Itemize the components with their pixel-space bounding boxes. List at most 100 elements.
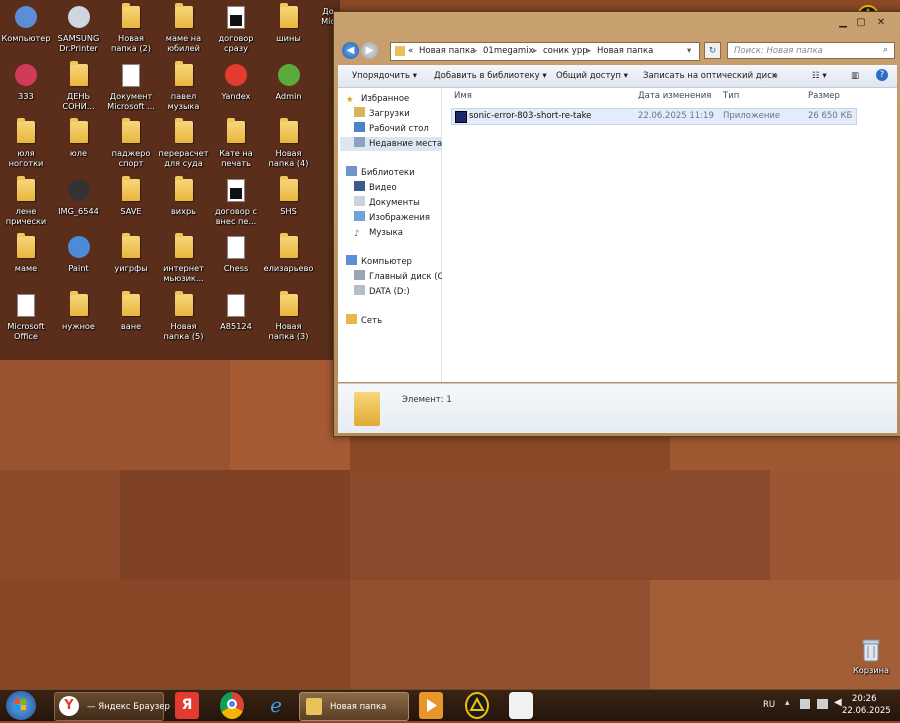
nav-drive-d[interactable]: DATA (D:): [354, 285, 410, 299]
desktop-icon-item[interactable]: ване: [105, 290, 157, 331]
address-bar[interactable]: « Новая папка ▸ 01megamix ▸ соник урр ▸ …: [390, 42, 700, 61]
desktop-icon-item[interactable]: вихрь: [158, 175, 210, 216]
desktop-icon-item[interactable]: павел музыка: [158, 60, 210, 111]
desktop-icon-item[interactable]: IMG_6544: [53, 178, 105, 216]
desktop-icon-item[interactable]: юле: [53, 118, 105, 158]
tray-arrow-icon[interactable]: ▴: [785, 698, 790, 708]
share-button[interactable]: Общий доступ ▾: [556, 71, 628, 81]
taskbar-browser-button[interactable]: Y — Яндекс Браузер: [54, 692, 170, 721]
start-button[interactable]: [6, 691, 36, 720]
column-size[interactable]: Размер: [808, 91, 840, 101]
network-icon[interactable]: [817, 699, 828, 709]
nav-desktop[interactable]: Рабочий стол: [354, 122, 429, 136]
nav-recent[interactable]: Недавние места: [340, 137, 446, 151]
minimize-button[interactable]: ▁: [834, 16, 852, 30]
desktop-icon-item[interactable]: SHS: [263, 175, 315, 216]
maximize-button[interactable]: ▢: [852, 16, 870, 30]
recycle-bin[interactable]: Корзина: [845, 638, 897, 675]
preview-pane-icon[interactable]: ▥: [851, 71, 859, 81]
desktop-icon-item[interactable]: ДЕНЬ СОНИ...: [53, 60, 105, 111]
desktop-icon-item[interactable]: перерасчет для суда: [158, 118, 210, 168]
breadcrumb-prefix[interactable]: «: [408, 46, 413, 56]
folder-icon: [172, 233, 196, 260]
desktop-icon-item[interactable]: Новая папка (4): [263, 118, 315, 168]
desktop-icon-item[interactable]: уигрфы: [105, 233, 157, 273]
desktop-icon-item[interactable]: Chess: [210, 236, 262, 273]
desktop-icon-item[interactable]: 333: [0, 63, 52, 101]
desktop-icon-label: SAVE: [120, 205, 142, 216]
organize-button[interactable]: Упорядочить ▾: [352, 71, 417, 81]
more-icon[interactable]: »: [773, 71, 778, 81]
column-name[interactable]: Имя: [454, 91, 472, 101]
desktop-icon-item[interactable]: Paint: [53, 236, 105, 273]
desktop-icon-item[interactable]: маме: [0, 233, 52, 273]
app-icon[interactable]: [465, 692, 489, 719]
breadcrumb-item[interactable]: соник урр: [543, 46, 588, 56]
desktop-icon-item[interactable]: шины: [263, 3, 315, 43]
search-input[interactable]: Поиск: Новая папка: [727, 42, 895, 59]
desktop-icon-item[interactable]: юля ноготки: [0, 118, 52, 168]
clock-time[interactable]: 20:26: [852, 694, 877, 704]
nav-downloads[interactable]: Загрузки: [354, 107, 410, 121]
folder-icon: [172, 175, 196, 203]
nav-music[interactable]: ♪ Музыка: [354, 226, 403, 240]
internet-explorer-icon[interactable]: e: [264, 692, 288, 719]
desktop-icon-item[interactable]: договор с внес пе...: [210, 178, 262, 226]
flag-icon[interactable]: [800, 699, 810, 709]
nav-network[interactable]: Сеть: [346, 314, 382, 328]
refresh-icon[interactable]: ↻: [704, 42, 721, 59]
breadcrumb-item[interactable]: Новая папка: [419, 46, 475, 56]
nav-libraries[interactable]: Библиотеки: [346, 166, 415, 180]
table-row[interactable]: sonic-error-803-short-re-take 22.06.2025…: [451, 108, 857, 125]
back-button[interactable]: ◀: [342, 42, 359, 59]
chevron-down-icon[interactable]: ▾: [687, 46, 691, 56]
desktop-icon-item[interactable]: Документ Microsoft ...: [105, 63, 157, 111]
language-indicator[interactable]: RU: [763, 700, 775, 710]
breadcrumb-item[interactable]: 01megamix: [483, 46, 534, 56]
desktop-icon-label: Paint: [68, 263, 89, 273]
nav-computer[interactable]: Компьютер: [346, 255, 412, 269]
desktop-icon-item[interactable]: Yandex: [210, 63, 262, 101]
desktop-icon-label: павел музыка: [167, 90, 200, 111]
chrome-icon[interactable]: [220, 692, 244, 719]
desktop-icon-item[interactable]: Новая папка (3): [263, 290, 315, 341]
desktop-icon-item[interactable]: Microsoft Office: [0, 293, 52, 341]
column-type[interactable]: Тип: [723, 91, 739, 101]
close-button[interactable]: ✕: [872, 16, 890, 30]
desktop-icon-item[interactable]: интернет мьюзик...: [158, 233, 210, 283]
help-icon[interactable]: ?: [876, 69, 888, 81]
forward-button[interactable]: ▶: [361, 42, 378, 59]
breadcrumb-item[interactable]: Новая папка: [597, 46, 653, 56]
application-icon: [67, 6, 91, 30]
nav-images[interactable]: Изображения: [354, 211, 430, 225]
column-date[interactable]: Дата изменения: [638, 91, 711, 101]
clipboard-icon[interactable]: [509, 692, 533, 719]
nav-video[interactable]: Видео: [354, 181, 397, 195]
desktop-icon-item[interactable]: Admin: [263, 63, 315, 101]
desktop-icon-item[interactable]: нужное: [53, 290, 105, 331]
taskbar-explorer-button[interactable]: Новая папка: [299, 692, 409, 721]
desktop-icon-item[interactable]: лене прически: [0, 175, 52, 226]
media-player-icon[interactable]: [419, 692, 443, 719]
clock-date[interactable]: 22.06.2025: [842, 706, 891, 716]
desktop-icon-item[interactable]: SAMSUNG Dr.Printer: [53, 6, 105, 53]
yandex-icon[interactable]: Я: [175, 692, 199, 719]
desktop-icon-item[interactable]: Новая папка (5): [158, 290, 210, 341]
desktop-icon-label: ване: [120, 320, 142, 331]
volume-icon[interactable]: ◀: [834, 697, 842, 708]
desktop-icon-item[interactable]: Новая папка (2): [105, 3, 157, 53]
desktop-icon-item[interactable]: А85124: [210, 293, 262, 331]
nav-favorites[interactable]: ★ Избранное: [346, 92, 409, 106]
desktop-icon-item[interactable]: Кате на печать: [210, 118, 262, 168]
nav-drive-c[interactable]: Главный диск (C:): [354, 270, 450, 284]
desktop-icon-item[interactable]: паджеро спорт: [105, 118, 157, 168]
desktop-icon-item[interactable]: елизарьево: [263, 233, 315, 273]
nav-documents[interactable]: Документы: [354, 196, 420, 210]
desktop-icon-item[interactable]: SAVE: [105, 175, 157, 216]
desktop-icon-item[interactable]: договор сразу: [210, 6, 262, 53]
desktop-icon-item[interactable]: маме на юбилей: [158, 3, 210, 53]
add-to-library-button[interactable]: Добавить в библиотеку ▾: [434, 71, 547, 81]
view-icon[interactable]: ☷ ▾: [812, 71, 827, 81]
burn-button[interactable]: Записать на оптический диск: [643, 71, 777, 81]
desktop-icon-item[interactable]: Компьютер: [0, 6, 52, 43]
